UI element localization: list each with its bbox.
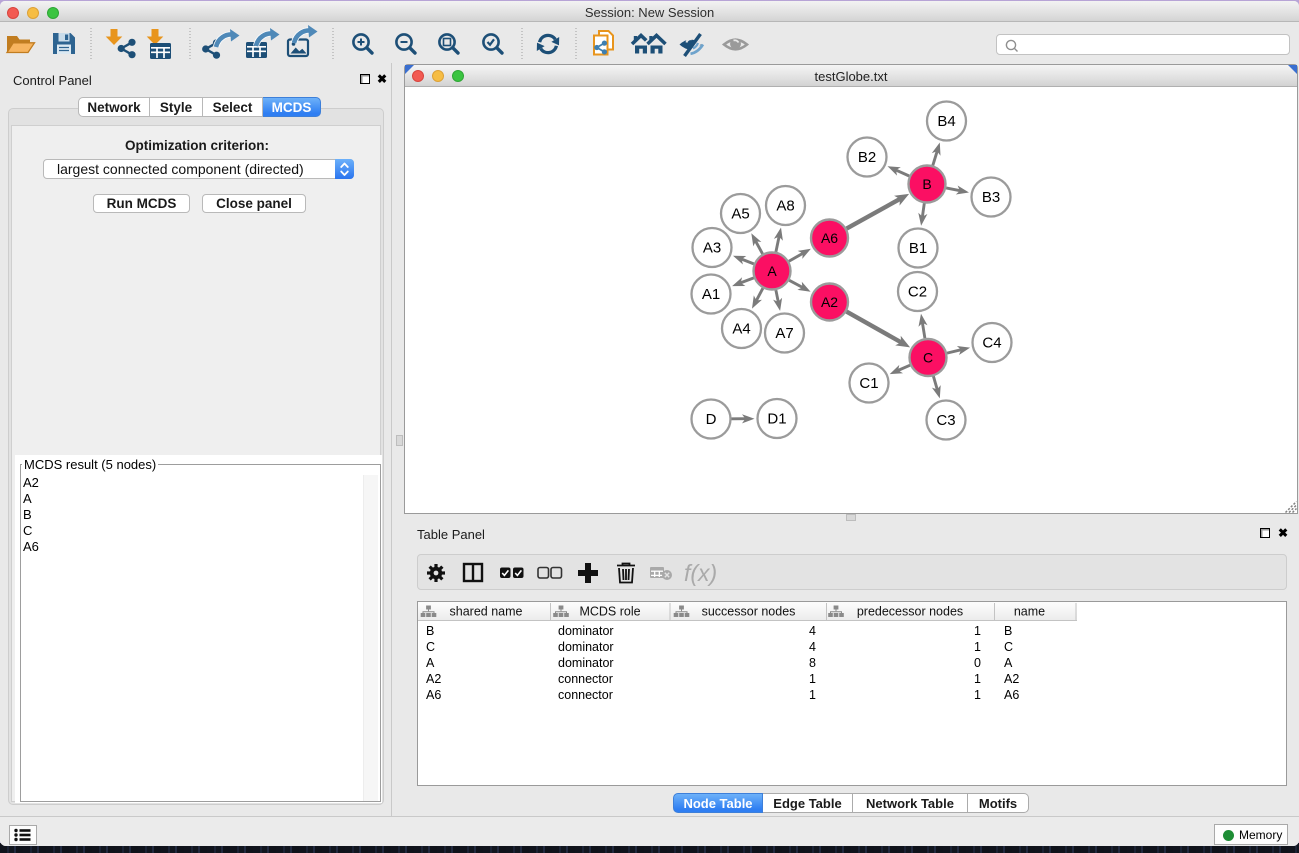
svg-text:predecessor nodes: predecessor nodes (857, 605, 963, 619)
svg-text:MCDS role: MCDS role (579, 605, 640, 619)
svg-text:successor nodes: successor nodes (702, 605, 796, 619)
svg-text:shared name: shared name (450, 605, 523, 619)
svg-text:f(x): f(x) (684, 560, 717, 586)
svg-text:name: name (1014, 605, 1045, 619)
